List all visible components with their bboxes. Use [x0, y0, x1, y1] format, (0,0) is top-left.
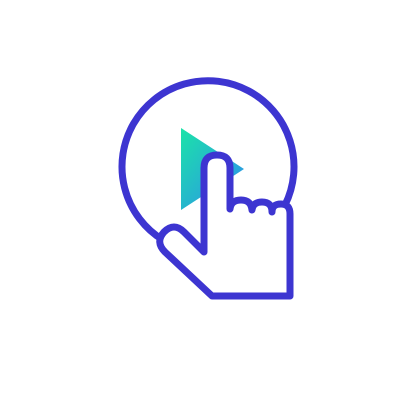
pointing-hand-icon	[156, 151, 294, 300]
tap-to-play-svg	[118, 77, 298, 300]
tap-to-play-icon	[0, 0, 410, 411]
icon-canvas	[0, 0, 410, 411]
